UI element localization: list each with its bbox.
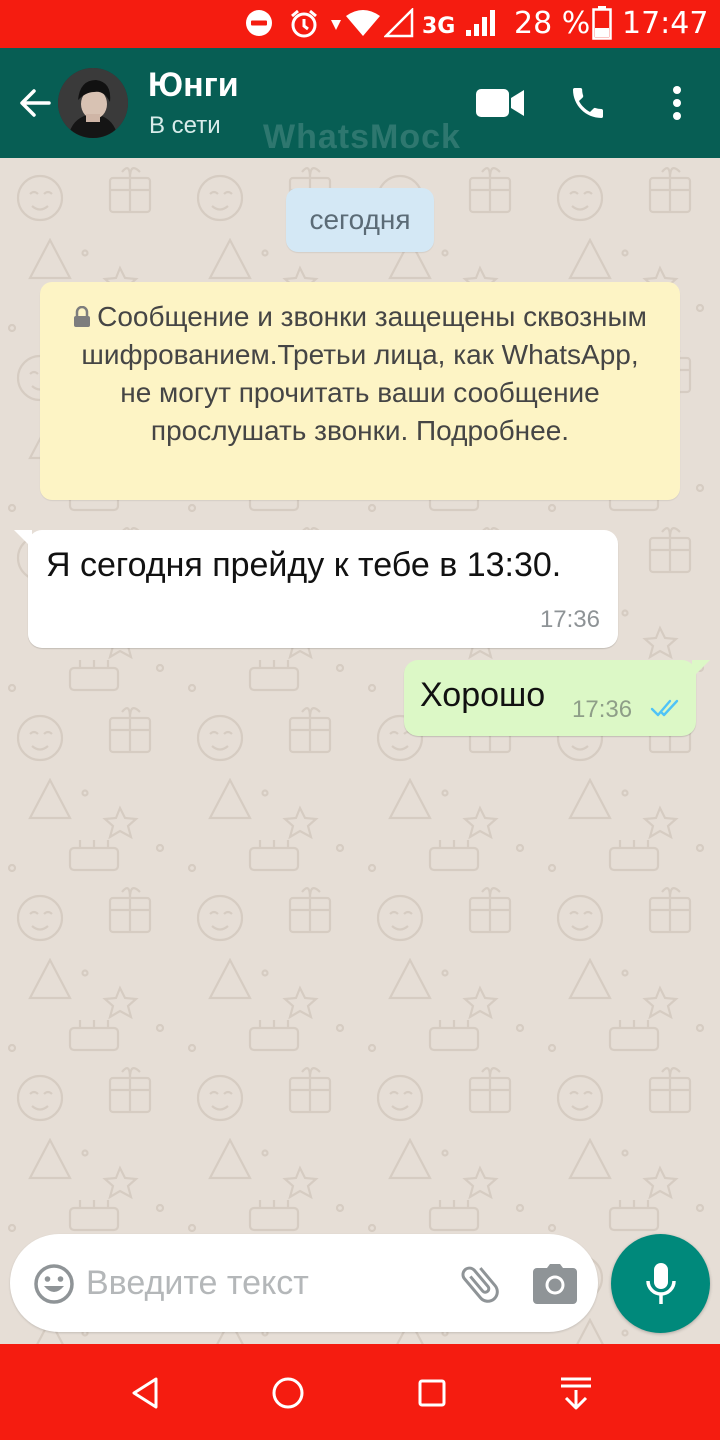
chat-header: Юнги В сети WhatsMock: [0, 48, 720, 158]
contact-name[interactable]: Юнги: [148, 66, 239, 105]
contact-status: В сети: [149, 112, 221, 139]
bubble-tail: [14, 530, 32, 548]
microphone-icon: [645, 1262, 676, 1304]
message-composer: [10, 1234, 598, 1332]
battery-icon: [592, 6, 612, 40]
clock: 17:47: [622, 6, 709, 41]
attachment-icon[interactable]: [456, 1260, 504, 1308]
alarm-icon: [291, 9, 317, 38]
phone-icon: [573, 88, 603, 118]
nav-home-button[interactable]: [263, 1368, 313, 1418]
video-call-button[interactable]: [475, 78, 525, 128]
nav-back-button[interactable]: [120, 1368, 170, 1418]
message-text: Хорошо: [420, 676, 546, 714]
more-vert-icon: [673, 86, 681, 120]
triangle-back-icon: [132, 1377, 158, 1409]
data-arrow-icon: [331, 20, 341, 30]
message-time: 17:36: [539, 606, 600, 633]
message-text: Я сегодня прейду к тебе в 13:30.: [46, 546, 562, 584]
bubble-tail: [692, 660, 710, 678]
back-button[interactable]: [12, 80, 58, 126]
more-options-button[interactable]: [652, 78, 702, 128]
no-sim-signal-icon: [384, 8, 414, 38]
signal-icon: [466, 10, 495, 36]
video-call-icon: [476, 89, 524, 117]
encryption-notice[interactable]: Сообщение и звонки защещены сквозным шиф…: [40, 282, 680, 500]
do-not-disturb-icon: [246, 10, 272, 36]
message-input[interactable]: [86, 1254, 426, 1312]
system-navigation-bar: [0, 1344, 720, 1440]
voice-call-button[interactable]: [563, 78, 613, 128]
circle-home-icon: [272, 1377, 304, 1409]
voice-message-button[interactable]: [611, 1234, 710, 1333]
chat-area[interactable]: сегодня Сообщение и звонки защещены скво…: [0, 158, 720, 1344]
wifi-icon: [346, 10, 380, 36]
camera-icon[interactable]: [532, 1262, 578, 1306]
back-arrow-icon: [20, 89, 51, 117]
date-chip: сегодня: [286, 188, 434, 252]
network-type: 3G: [422, 14, 456, 39]
lock-icon: [74, 306, 91, 327]
pull-down-icon: [561, 1377, 591, 1410]
status-bar: 3G 28 % 17:47: [0, 0, 720, 48]
outgoing-message[interactable]: Хорошо 17:36: [404, 660, 710, 736]
nav-notifications-button[interactable]: [551, 1368, 601, 1418]
battery-percent: 28 %: [514, 6, 591, 41]
message-time: 17:36: [572, 696, 633, 723]
nav-recents-button[interactable]: [407, 1368, 457, 1418]
square-recents-icon: [418, 1379, 446, 1407]
emoji-icon[interactable]: [32, 1262, 76, 1306]
watermark: WhatsMock: [263, 118, 461, 156]
incoming-message[interactable]: Я сегодня прейду к тебе в 13:30. 17:36: [14, 530, 618, 648]
contact-photo: [58, 68, 128, 138]
avatar[interactable]: [58, 68, 128, 138]
read-receipt-icon: [650, 699, 679, 717]
encryption-notice-text: Сообщение и звонки защещены сквозным шиф…: [81, 301, 647, 446]
